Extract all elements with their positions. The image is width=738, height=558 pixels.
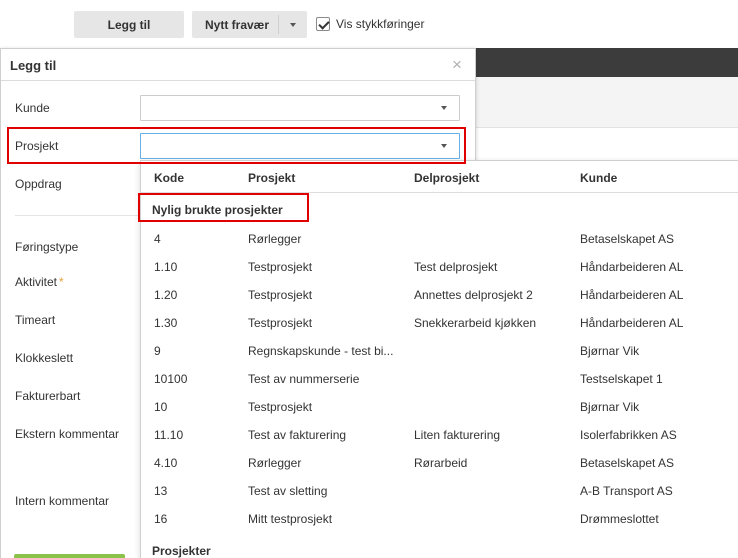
projects-group-label: Prosjekter [152,544,211,558]
column-header-code: Kode [154,171,184,185]
internal-comment-label: Intern kommentar [15,494,110,508]
row-customer: Håndarbeideren AL [580,260,684,274]
column-header-project: Prosjekt [248,171,296,185]
button-divider [278,15,279,34]
row-subproject: Snekkerarbeid kjøkken [414,316,537,330]
row-code: 10 [154,400,168,414]
row-customer: Drømmeslottet [580,512,659,526]
form-divider [15,215,140,216]
show-items-checkbox[interactable] [316,17,330,31]
row-customer: Isolerfabrikken AS [580,428,677,442]
new-absence-button[interactable]: Nytt fravær [192,11,307,38]
recent-projects-group-label: Nylig brukte prosjekter [152,203,283,217]
row-project: Rørlegger [248,232,302,246]
assignment-label: Oppdrag [15,177,62,191]
show-items-label: Vis stykkføringer [336,17,425,31]
project-option-row[interactable]: 16 Mitt testprosjekt Drømmeslottet [141,505,738,533]
row-customer: Testselskapet 1 [580,372,663,386]
row-customer: A-B Transport AS [580,484,673,498]
row-customer: Betaselskapet AS [580,456,675,470]
hour-type-label: Timeart [15,313,56,327]
row-project: Testprosjekt [248,288,313,302]
activity-label: Aktivitet * [15,275,64,289]
row-project: Test av fakturering [248,428,347,442]
row-project: Testprosjekt [248,400,313,414]
row-code: 4 [154,232,161,246]
project-option-row[interactable]: 1.10 Testprosjekt Test delprosjekt Håndarbe… [141,253,738,281]
row-customer: Håndarbeideren AL [580,316,684,330]
row-customer: Bjørnar Vik [580,344,640,358]
clock-time-label: Klokkeslett [15,351,74,365]
project-option-row[interactable]: 10 Testprosjekt Bjørnar Vik [141,393,738,421]
row-code: 9 [154,344,161,358]
external-comment-label: Ekstern kommentar [15,427,120,441]
row-project: Test av nummerserie [248,372,360,386]
project-option-row[interactable]: 11.10 Test av fakturering Liten fakturerin… [141,421,738,449]
project-label: Prosjekt [15,139,59,153]
row-code: 1.20 [154,288,178,302]
row-code: 4.10 [154,456,178,470]
project-option-row[interactable]: 4 Rørlegger Betaselskapet AS [141,225,738,253]
row-code: 1.10 [154,260,178,274]
save-button[interactable] [14,554,125,558]
row-code: 16 [154,512,168,526]
column-header-subproject: Delprosjekt [414,171,480,185]
billable-label: Fakturerbart [15,389,81,403]
row-code: 1.30 [154,316,178,330]
project-select[interactable] [140,133,460,159]
customer-select[interactable] [140,95,460,121]
add-button[interactable]: Legg til [74,11,184,38]
dialog-title: Legg til [10,58,57,73]
row-subproject: Annettes delprosjekt 2 [414,288,533,302]
row-code: 13 [154,484,168,498]
chevron-down-icon [441,106,447,110]
customer-label: Kunde [15,101,50,115]
row-customer: Bjørnar Vik [580,400,640,414]
row-code: 10100 [154,372,188,386]
new-absence-label: Nytt fravær [205,17,270,32]
row-subproject: Liten fakturering [414,428,501,442]
chevron-down-icon [441,144,447,148]
project-option-row[interactable]: 1.30 Testprosjekt Snekkerarbeid kjøkken Hån… [141,309,738,337]
dialog-header: Legg til × [1,49,475,81]
chevron-down-icon[interactable] [290,23,296,27]
entry-type-label: Føringstype [15,240,79,254]
project-option-row[interactable]: 13 Test av sletting A-B Transport AS [141,477,738,505]
close-icon[interactable]: × [452,56,462,73]
project-option-row[interactable]: 4.10 Rørlegger Rørarbeid Betaselskapet AS [141,449,738,477]
row-project: Regnskapskunde - test bi... [248,344,394,358]
row-subproject: Rørarbeid [414,456,468,470]
project-option-row[interactable]: 9 Regnskapskunde - test bi... Bjørnar Vik [141,337,738,365]
activity-label-text: Aktivitet [15,275,58,289]
project-dropdown: Kode Prosjekt Delprosjekt Kunde Nylig br… [140,160,738,558]
project-option-row[interactable]: 1.20 Testprosjekt Annettes delprosjekt 2 Hå… [141,281,738,309]
column-header-customer: Kunde [580,171,618,185]
row-project: Rørlegger [248,456,302,470]
row-project: Test av sletting [248,484,328,498]
row-project: Mitt testprosjekt [248,512,333,526]
row-project: Testprosjekt [248,316,313,330]
project-option-row[interactable]: 10100 Test av nummerserie Testselskapet 1 [141,365,738,393]
row-project: Testprosjekt [248,260,313,274]
required-mark: * [59,275,64,289]
dropdown-header: Kode Prosjekt Delprosjekt Kunde [141,161,738,193]
row-subproject: Test delprosjekt [414,260,498,274]
row-code: 11.10 [154,428,184,442]
show-items-toggle[interactable]: Vis stykkføringer [316,17,424,31]
row-customer: Håndarbeideren AL [580,288,684,302]
row-customer: Betaselskapet AS [580,232,675,246]
